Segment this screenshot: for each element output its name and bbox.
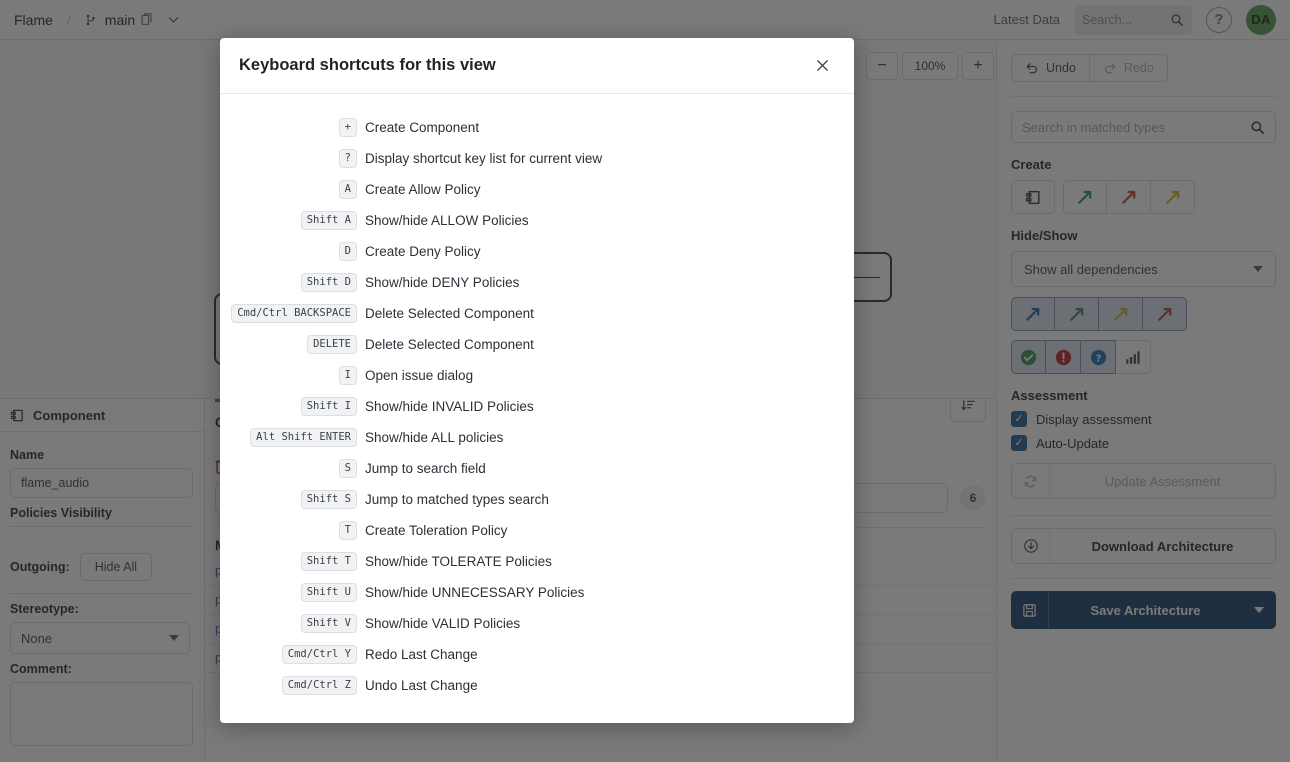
shortcut-row: D Create Deny Policy	[220, 236, 854, 267]
shortcut-row: Cmd/Ctrl BACKSPACE Delete Selected Compon…	[220, 298, 854, 329]
shortcut-key-badge: DELETE	[307, 334, 357, 355]
dialog-body: + Create Component? Display shortcut key l…	[220, 94, 854, 723]
shortcut-key-badge: Cmd/Ctrl Z	[281, 675, 357, 696]
shortcut-row: A Create Allow Policy	[220, 174, 854, 205]
shortcut-description: Show/hide UNNECESSARY Policies	[365, 585, 585, 600]
shortcut-description: Delete Selected Component	[365, 306, 534, 321]
shortcut-description: Show/hide ALLOW Policies	[365, 213, 529, 228]
shortcut-key-badge: Cmd/Ctrl Y	[281, 644, 357, 665]
shortcut-row: Shift D Show/hide DENY Policies	[220, 267, 854, 298]
shortcut-key-cell: Shift V	[220, 613, 365, 634]
shortcut-description: Create Toleration Policy	[365, 523, 508, 538]
shortcut-key-badge: Cmd/Ctrl BACKSPACE	[231, 303, 357, 324]
shortcut-row: DELETE Delete Selected Component	[220, 329, 854, 360]
shortcut-key-badge: Alt Shift ENTER	[250, 427, 357, 448]
shortcut-row: S Jump to search field	[220, 453, 854, 484]
shortcut-key-cell: Cmd/Ctrl Y	[220, 644, 365, 665]
shortcut-description: Undo Last Change	[365, 678, 478, 693]
shortcut-key-cell: ?	[220, 148, 365, 169]
keyboard-shortcuts-dialog: Keyboard shortcuts for this view + Create…	[220, 38, 854, 723]
shortcut-key-badge: I	[338, 365, 357, 386]
shortcut-row: Alt Shift ENTER Show/hide ALL policies	[220, 422, 854, 453]
shortcut-key-badge: D	[338, 241, 357, 262]
shortcut-row: Shift I Show/hide INVALID Policies	[220, 391, 854, 422]
shortcut-description: Create Allow Policy	[365, 182, 481, 197]
shortcut-key-cell: Shift T	[220, 551, 365, 572]
shortcut-description: Create Deny Policy	[365, 244, 481, 259]
shortcut-key-badge: Shift D	[300, 272, 357, 293]
shortcut-key-cell: Shift U	[220, 582, 365, 603]
shortcut-key-cell: Alt Shift ENTER	[220, 427, 365, 448]
shortcut-description: Show/hide TOLERATE Policies	[365, 554, 552, 569]
shortcut-key-cell: A	[220, 179, 365, 200]
shortcut-key-badge: Shift V	[300, 613, 357, 634]
shortcut-description: Delete Selected Component	[365, 337, 534, 352]
shortcut-key-badge: Shift I	[300, 396, 357, 417]
dialog-header: Keyboard shortcuts for this view	[220, 38, 854, 94]
shortcut-key-cell: Shift A	[220, 210, 365, 231]
shortcut-list: + Create Component? Display shortcut key l…	[220, 112, 854, 701]
shortcut-key-cell: Shift D	[220, 272, 365, 293]
close-icon[interactable]	[809, 53, 835, 79]
shortcut-description: Show/hide VALID Policies	[365, 616, 521, 631]
shortcut-description: Show/hide INVALID Policies	[365, 399, 534, 414]
shortcut-key-badge: ?	[338, 148, 357, 169]
shortcut-description: Show/hide ALL policies	[365, 430, 504, 445]
shortcut-description: Jump to search field	[365, 461, 486, 476]
shortcut-description: Redo Last Change	[365, 647, 478, 662]
dialog-title: Keyboard shortcuts for this view	[239, 56, 496, 74]
shortcut-key-cell: S	[220, 458, 365, 479]
shortcut-key-badge: A	[338, 179, 357, 200]
shortcut-row: + Create Component	[220, 112, 854, 143]
shortcut-row: Shift T Show/hide TOLERATE Policies	[220, 546, 854, 577]
shortcut-row: Shift V Show/hide VALID Policies	[220, 608, 854, 639]
shortcut-key-cell: T	[220, 520, 365, 541]
shortcut-key-cell: +	[220, 117, 365, 138]
shortcut-key-badge: Shift S	[300, 489, 357, 510]
shortcut-row: I Open issue dialog	[220, 360, 854, 391]
shortcut-row: ? Display shortcut key list for current v…	[220, 143, 854, 174]
shortcut-description: Display shortcut key list for current vi…	[365, 151, 603, 166]
shortcut-key-cell: Shift I	[220, 396, 365, 417]
shortcut-key-cell: DELETE	[220, 334, 365, 355]
shortcut-key-cell: D	[220, 241, 365, 262]
shortcut-key-badge: Shift U	[300, 582, 357, 603]
shortcut-description: Show/hide DENY Policies	[365, 275, 520, 290]
shortcut-key-badge: Shift A	[300, 210, 357, 231]
shortcut-row: T Create Toleration Policy	[220, 515, 854, 546]
shortcut-description: Create Component	[365, 120, 480, 135]
shortcut-key-cell: I	[220, 365, 365, 386]
shortcut-key-cell: Cmd/Ctrl BACKSPACE	[220, 303, 365, 324]
shortcut-description: Jump to matched types search	[365, 492, 549, 507]
shortcut-key-badge: +	[338, 117, 357, 138]
shortcut-key-cell: Cmd/Ctrl Z	[220, 675, 365, 696]
shortcut-row: Cmd/Ctrl Z Undo Last Change	[220, 670, 854, 701]
shortcut-row: Cmd/Ctrl Y Redo Last Change	[220, 639, 854, 670]
shortcut-row: Shift A Show/hide ALLOW Policies	[220, 205, 854, 236]
shortcut-row: Shift U Show/hide UNNECESSARY Policies	[220, 577, 854, 608]
shortcut-key-cell: Shift S	[220, 489, 365, 510]
shortcut-key-badge: T	[338, 520, 357, 541]
shortcut-key-badge: Shift T	[300, 551, 357, 572]
shortcut-key-badge: S	[338, 458, 357, 479]
app-root: Flame / main Latest Data Search...	[0, 0, 1290, 762]
shortcut-row: Shift S Jump to matched types search	[220, 484, 854, 515]
shortcut-description: Open issue dialog	[365, 368, 474, 383]
